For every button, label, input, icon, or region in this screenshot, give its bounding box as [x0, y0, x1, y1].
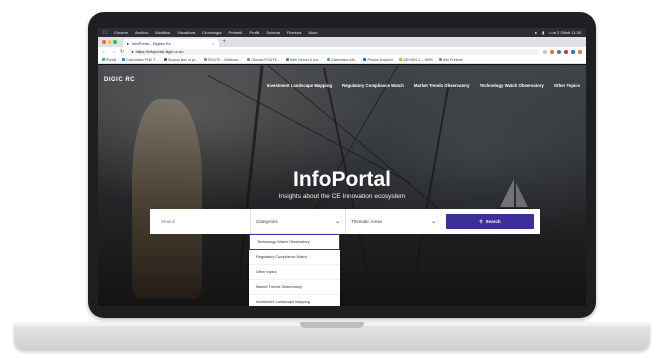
extension-icon[interactable]: [557, 49, 561, 54]
page-title: InfoPortal: [293, 168, 391, 191]
categories-dropdown: Technology Watch Observatory Regulatory …: [249, 234, 340, 306]
bookmark-item[interactable]: Web Server & Ins...: [285, 58, 321, 62]
logo-text: DIGIC RC: [104, 77, 135, 83]
tab-favicon-icon: ●: [126, 40, 129, 46]
menu-profili[interactable]: Profili: [249, 30, 259, 35]
laptop-base: [14, 322, 650, 350]
bookmark-item[interactable]: ROUTE - Gestione...: [204, 58, 241, 62]
chevron-down-icon: ⌄: [334, 219, 340, 225]
menu-archivo[interactable]: Archivo: [135, 30, 148, 35]
chevron-down-icon: ⌄: [430, 219, 436, 225]
menu-scheda[interactable]: Scheda: [266, 30, 280, 35]
url-text: https://infoportal.digic.rc.eu: [135, 49, 184, 54]
nav-item-market-trends-observatory[interactable]: Market Trends Observatory: [414, 83, 470, 88]
bookmark-item[interactable]: Scopus Bec of pr...: [163, 58, 198, 62]
menu-chrome[interactable]: Chrome: [114, 30, 128, 35]
bookmark-item[interactable]: Calendario Atti...: [327, 58, 357, 62]
categories-select[interactable]: Categories ⌄: [251, 209, 346, 234]
menu-aiuto[interactable]: Aiuto: [308, 30, 317, 35]
minimize-window-button[interactable]: [107, 40, 111, 44]
thematic-areas-label: Thematic Areas: [351, 219, 383, 224]
battery-icon[interactable]: ▮: [542, 30, 544, 35]
extensions: [543, 49, 582, 54]
clock[interactable]: Lun 2 Ottob 11:30: [549, 30, 581, 35]
dropdown-option[interactable]: Market Trends Observatory: [249, 280, 340, 295]
bookmarks-bar: Portali Calendario PHD T... Scopus Bec o…: [98, 56, 586, 64]
nav-item-investment-landscape-mapping[interactable]: Investment Landscape Mapping: [267, 83, 332, 88]
search-input[interactable]: Search: [156, 209, 251, 234]
menu-preferiti[interactable]: Preferiti: [229, 30, 243, 35]
bookmark-item[interactable]: Giovani ROUTE...: [247, 58, 280, 62]
nav-item-technology-watch-observatory[interactable]: Technology Watch Observatory: [480, 83, 544, 88]
extension-icon[interactable]: [564, 49, 568, 54]
reload-icon[interactable]: ↻: [120, 49, 124, 55]
extension-icon[interactable]: [571, 49, 575, 54]
profile-avatar[interactable]: [578, 49, 582, 54]
dropdown-option[interactable]: Regulatory Compliance Watch: [249, 250, 340, 265]
apple-icon[interactable]: : [103, 30, 107, 36]
menu-visualizza[interactable]: Visualizza: [177, 30, 195, 35]
menu-cronologia[interactable]: Cronologia: [202, 30, 221, 35]
bookmark-item[interactable]: Altri Preferiti: [438, 58, 462, 62]
maximize-window-button[interactable]: [113, 40, 117, 44]
nav-item-regulatory-compliance-watch[interactable]: Regulatory Compliance Watch: [342, 83, 404, 88]
tab-bar: ● InfoPortal - Digitec Rc × +: [98, 37, 586, 47]
search-button[interactable]: ⚲ Search: [446, 214, 534, 229]
browser-toolbar: ← → ↻ ● https://infoportal.digic.rc.eu: [98, 47, 586, 56]
bookmark-item[interactable]: Photos Dropbox: [363, 58, 393, 62]
dropdown-option[interactable]: Technology Watch Observatory: [249, 234, 340, 250]
tab-title: InfoPortal - Digitec Rc: [131, 40, 171, 46]
base-notch: [300, 322, 364, 328]
close-tab-icon[interactable]: ×: [212, 41, 214, 46]
page-subtitle: Insights about the CE Innovation ecosyst…: [278, 193, 406, 200]
search-icon: ⚲: [479, 218, 483, 224]
mac-menubar:  Chrome Archivo Modifica Visualizza Cro…: [98, 28, 586, 37]
nav-item-other-topics[interactable]: Other Topics: [554, 83, 580, 88]
main-nav: Investment Landscape Mapping Regulatory …: [267, 83, 580, 88]
menu-modifica[interactable]: Modifica: [155, 30, 170, 35]
dropdown-option[interactable]: Other topics: [249, 265, 340, 280]
window-controls: [102, 40, 117, 44]
laptop-screen:  Chrome Archivo Modifica Visualizza Cro…: [98, 28, 586, 306]
thematic-areas-select[interactable]: Thematic Areas ⌄: [346, 209, 441, 234]
browser-tab[interactable]: ● InfoPortal - Digitec Rc ×: [122, 39, 219, 47]
dropdown-option[interactable]: Investment Landscape Mapping: [249, 295, 340, 306]
lock-icon: ●: [131, 49, 134, 54]
close-window-button[interactable]: [102, 40, 106, 44]
new-tab-button[interactable]: +: [223, 39, 227, 45]
site-logo[interactable]: DIGIC RC: [104, 77, 135, 83]
bookmark-item[interactable]: Calendario PHD T...: [122, 58, 158, 62]
categories-label: Categories: [256, 219, 278, 224]
back-icon[interactable]: ←: [102, 49, 107, 55]
bookmark-item[interactable]: Portali: [102, 58, 116, 62]
forward-icon[interactable]: →: [111, 49, 116, 55]
search-bar: Search Categories ⌄ Thematic Areas ⌄ ⚲ S…: [150, 209, 540, 234]
bookmark-item[interactable]: DESIGN C... WEB: [399, 58, 433, 62]
search-button-label: Search: [485, 219, 501, 224]
menu-finestra[interactable]: Finestra: [287, 30, 301, 35]
address-bar[interactable]: ● https://infoportal.digic.rc.eu: [128, 48, 539, 55]
extension-icon[interactable]: [550, 49, 554, 54]
bookmark-star-icon[interactable]: [543, 49, 547, 54]
status-area: ● ▮ Lun 2 Ottob 11:30: [535, 30, 581, 35]
wifi-icon[interactable]: ●: [535, 30, 537, 35]
